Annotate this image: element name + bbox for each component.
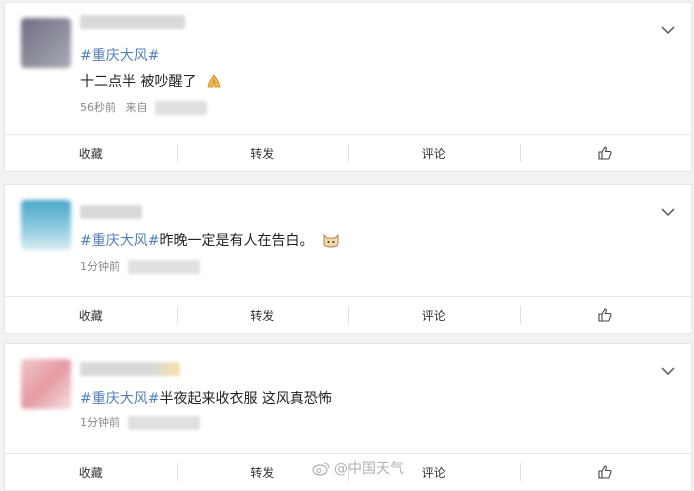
favorite-button[interactable]: 收藏 bbox=[5, 297, 177, 333]
username-blurred[interactable] bbox=[80, 15, 185, 29]
watermark-text: @中国天气 bbox=[334, 461, 404, 477]
thumbs-up-icon bbox=[598, 308, 612, 322]
post-text: #重庆大风# bbox=[80, 45, 159, 65]
avatar[interactable] bbox=[21, 359, 71, 409]
repost-button[interactable]: 转发 bbox=[176, 297, 349, 333]
hashtag-link[interactable]: #重庆大风# bbox=[80, 233, 159, 249]
favorite-label: 收藏 bbox=[78, 465, 103, 480]
post-time[interactable]: 56秒前 bbox=[80, 101, 116, 114]
post-meta: 1分钟前 bbox=[80, 258, 200, 274]
post-meta: 56秒前 来自 bbox=[80, 99, 207, 115]
repost-label: 转发 bbox=[250, 146, 275, 161]
comment-button[interactable]: 评论 bbox=[348, 135, 520, 171]
post-body: 十二点半 被吵醒了 bbox=[80, 71, 223, 91]
favorite-label: 收藏 bbox=[78, 308, 103, 323]
action-bar: 收藏 转发 评论 bbox=[5, 296, 691, 333]
post-text: #重庆大风#半夜起来收衣服 这风真恐怖 bbox=[80, 388, 332, 408]
source-blurred[interactable] bbox=[127, 260, 200, 274]
source-prefix: 来自 bbox=[125, 101, 148, 114]
action-bar: 收藏 转发 评论 bbox=[5, 134, 691, 171]
favorite-label: 收藏 bbox=[78, 146, 103, 161]
avatar[interactable] bbox=[21, 18, 71, 68]
favorite-button[interactable]: 收藏 bbox=[5, 454, 177, 490]
post-time[interactable]: 1分钟前 bbox=[80, 260, 120, 273]
watermark: @中国天气 bbox=[312, 458, 404, 478]
chevron-down-icon[interactable] bbox=[661, 207, 675, 217]
chevron-down-icon[interactable] bbox=[661, 366, 675, 376]
comment-label: 评论 bbox=[421, 465, 446, 480]
avatar[interactable] bbox=[21, 200, 71, 250]
post-text: #重庆大风#昨晚一定是有人在告白。 bbox=[80, 230, 340, 250]
post-body-text: 昨晚一定是有人在告白。 bbox=[159, 233, 314, 249]
repost-label: 转发 bbox=[250, 308, 275, 323]
like-button[interactable] bbox=[519, 297, 692, 333]
favorite-button[interactable]: 收藏 bbox=[5, 135, 177, 171]
username-blurred[interactable] bbox=[80, 205, 142, 219]
post-card: #重庆大风# 十二点半 被吵醒了 56秒前 来自 收藏 转发 评论 bbox=[4, 2, 692, 172]
repost-label: 转发 bbox=[250, 465, 275, 480]
post-body-text: 半夜起来收衣服 这风真恐怖 bbox=[159, 391, 332, 407]
cat-face-emoji-icon bbox=[323, 234, 339, 248]
post-body-text: 十二点半 被吵醒了 bbox=[80, 74, 197, 90]
source-blurred[interactable] bbox=[127, 416, 200, 430]
post-card: #重庆大风#昨晚一定是有人在告白。 1分钟前 收藏 转发 评论 bbox=[4, 184, 692, 334]
praying-hands-emoji-icon bbox=[207, 74, 221, 88]
chevron-down-icon[interactable] bbox=[661, 25, 675, 35]
thumbs-up-icon bbox=[598, 146, 612, 160]
post-meta: 1分钟前 bbox=[80, 414, 200, 430]
hashtag-link[interactable]: #重庆大风# bbox=[80, 48, 159, 64]
comment-label: 评论 bbox=[421, 308, 446, 323]
source-blurred[interactable] bbox=[155, 101, 207, 115]
comment-button[interactable]: 评论 bbox=[348, 297, 520, 333]
like-button[interactable] bbox=[519, 135, 692, 171]
comment-label: 评论 bbox=[421, 146, 446, 161]
thumbs-up-icon bbox=[598, 465, 612, 479]
repost-button[interactable]: 转发 bbox=[176, 135, 349, 171]
post-time[interactable]: 1分钟前 bbox=[80, 416, 120, 429]
hashtag-link[interactable]: #重庆大风# bbox=[80, 391, 159, 407]
weibo-logo-icon bbox=[312, 461, 330, 476]
like-button[interactable] bbox=[519, 454, 692, 490]
username-blurred[interactable] bbox=[80, 362, 180, 376]
